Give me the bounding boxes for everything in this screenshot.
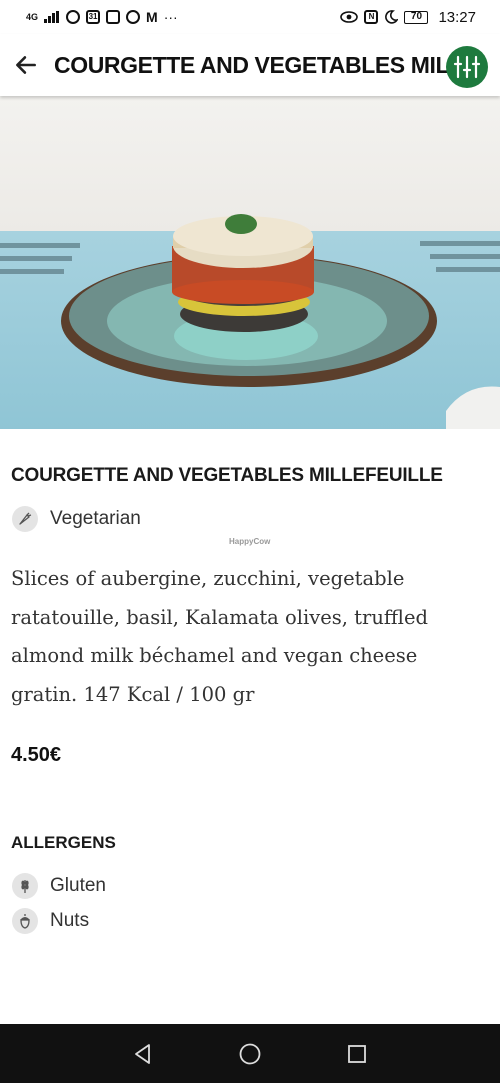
more-notifications-icon: ··· [163, 9, 178, 25]
acorn-icon [12, 907, 38, 934]
nfc-icon: N [364, 10, 379, 24]
eye-icon [340, 11, 359, 23]
moon-icon [385, 10, 399, 24]
instagram-icon [106, 10, 121, 24]
dietary-tag-label: Vegetarian [50, 508, 141, 529]
dish-description: Slices of aubergine, zucchini, vegetable… [11, 567, 429, 706]
status-bar: 4G 31 M ··· N 70 13:27 [0, 0, 500, 34]
page-title: COURGETTE AND VEGETABLES MILLEFEUILLE [54, 51, 492, 78]
plate-and-dish [61, 214, 500, 429]
wheat-icon [12, 872, 38, 899]
calendar-icon: 31 [86, 10, 101, 24]
dietary-tag: Vegetarian [12, 506, 141, 532]
messenger-icon [126, 10, 141, 24]
nav-back-icon[interactable] [131, 1042, 155, 1066]
signal-icon [44, 11, 60, 23]
status-right: N 70 13:27 [340, 9, 476, 26]
battery-icon: 70 [404, 10, 429, 24]
watermark: HappyCow [229, 537, 271, 546]
dish-title: COURGETTE AND VEGETABLES MILLEFEUILLE [11, 465, 443, 486]
status-time: 13:27 [438, 8, 476, 26]
allergen-label: Nuts [50, 909, 90, 931]
nav-recents-icon[interactable] [345, 1042, 369, 1066]
carrot-icon [12, 506, 38, 532]
allergen-item-nuts: Nuts [12, 903, 106, 938]
status-left: 4G 31 M ··· [26, 9, 178, 25]
back-button[interactable] [0, 34, 52, 96]
allergens-heading: ALLERGENS [11, 833, 116, 852]
dish-price: 4.50€ [11, 744, 62, 766]
allergen-label: Gluten [50, 874, 106, 896]
gmail-icon: M [146, 9, 158, 25]
nav-home-icon[interactable] [238, 1042, 262, 1066]
dish-photo [0, 96, 500, 429]
allergen-list: Gluten Nuts [12, 868, 106, 938]
fork-knife-logo-icon [453, 55, 481, 79]
arrow-left-icon [16, 56, 36, 74]
allergen-item-gluten: Gluten [12, 868, 106, 903]
whatsapp-icon [66, 10, 81, 24]
app-header: COURGETTE AND VEGETABLES MILLEFEUILLE [0, 34, 500, 96]
system-nav-bar [0, 1024, 500, 1083]
network-label: 4G [26, 11, 39, 22]
restaurant-logo[interactable] [446, 46, 488, 88]
